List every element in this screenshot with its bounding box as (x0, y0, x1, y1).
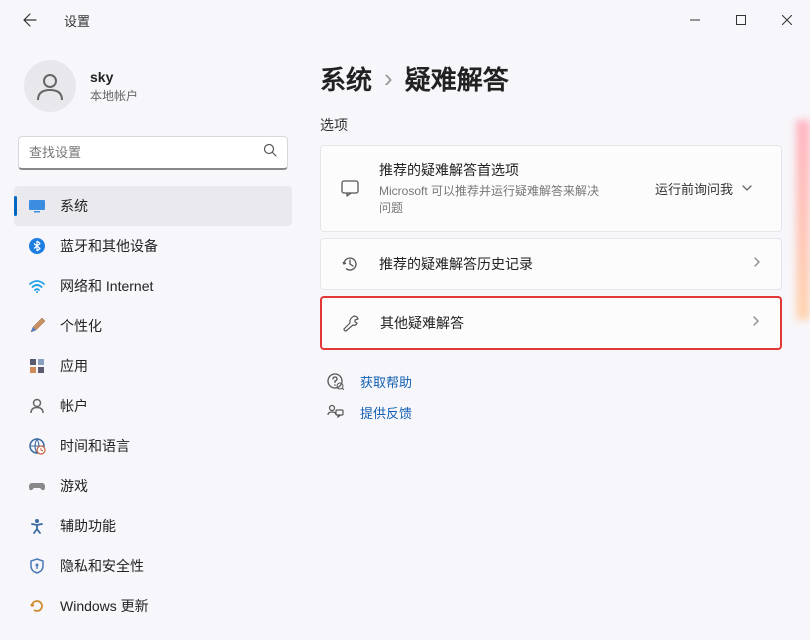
sidebar-item-privacy[interactable]: 隐私和安全性 (14, 546, 292, 586)
sidebar-item-label: 个性化 (60, 316, 102, 336)
sidebar-item-personalization[interactable]: 个性化 (14, 306, 292, 346)
chevron-right-icon (751, 255, 763, 273)
username: sky (90, 69, 138, 85)
card-title: 推荐的疑难解答首选项 (379, 160, 627, 180)
gamepad-icon (28, 477, 46, 495)
shield-icon (28, 557, 46, 575)
sidebar-item-label: 隐私和安全性 (60, 556, 144, 576)
sidebar-item-accounts[interactable]: 帐户 (14, 386, 292, 426)
titlebar: 设置 (0, 0, 810, 40)
window-controls (672, 4, 810, 36)
card-history-row[interactable]: 推荐的疑难解答历史记录 (321, 239, 781, 289)
update-icon (28, 597, 46, 615)
sidebar-item-accessibility[interactable]: 辅助功能 (14, 506, 292, 546)
chat-icon (339, 177, 361, 199)
help-link-text: 获取帮助 (360, 372, 412, 391)
content: 系统 › 疑难解答 选项 推荐的疑难解答首选项 Microsoft 可以推荐并运… (300, 40, 810, 640)
globe-clock-icon (28, 437, 46, 455)
card-subtitle: Microsoft 可以推荐并运行疑难解答来解决问题 (379, 183, 599, 217)
wrench-icon (340, 312, 362, 334)
account-icon (28, 397, 46, 415)
person-icon (32, 68, 68, 104)
help-icon (326, 372, 344, 390)
sidebar-item-time-language[interactable]: 时间和语言 (14, 426, 292, 466)
help-link-text: 提供反馈 (360, 403, 412, 422)
search-input[interactable] (29, 145, 263, 160)
sidebar-item-label: 游戏 (60, 476, 88, 496)
brush-icon (28, 317, 46, 335)
sidebar-item-apps[interactable]: 应用 (14, 346, 292, 386)
dropdown-run-before-ask[interactable]: 运行前询问我 (645, 173, 763, 204)
card-recommended-prefs: 推荐的疑难解答首选项 Microsoft 可以推荐并运行疑难解答来解决问题 运行… (320, 145, 782, 232)
get-help-link[interactable]: 获取帮助 (320, 366, 782, 397)
sidebar-item-label: 帐户 (60, 396, 88, 416)
minimize-button[interactable] (672, 4, 718, 36)
help-links: 获取帮助 提供反馈 (320, 366, 782, 428)
close-icon (782, 15, 792, 25)
sidebar-item-label: 蓝牙和其他设备 (60, 236, 158, 256)
apps-icon (28, 357, 46, 375)
chevron-down-icon (741, 182, 753, 194)
card-recommended-prefs-row[interactable]: 推荐的疑难解答首选项 Microsoft 可以推荐并运行疑难解答来解决问题 运行… (321, 146, 781, 231)
display-icon (28, 197, 46, 215)
history-icon (339, 253, 361, 275)
card-other-row[interactable]: 其他疑难解答 (322, 298, 780, 348)
card-other-troubleshoot: 其他疑难解答 (322, 298, 780, 348)
accessibility-icon (28, 517, 46, 535)
sidebar-item-label: 辅助功能 (60, 516, 116, 536)
minimize-icon (690, 15, 700, 25)
sidebar-item-system[interactable]: 系统 (14, 186, 292, 226)
section-label: 选项 (320, 115, 782, 135)
sidebar-item-bluetooth[interactable]: 蓝牙和其他设备 (14, 226, 292, 266)
bluetooth-icon (28, 237, 46, 255)
dropdown-label: 运行前询问我 (655, 179, 733, 198)
breadcrumb: 系统 › 疑难解答 (320, 60, 782, 97)
breadcrumb-separator: › (384, 63, 393, 94)
sidebar-item-gaming[interactable]: 游戏 (14, 466, 292, 506)
sidebar-item-label: 系统 (60, 196, 88, 216)
account-type: 本地帐户 (90, 87, 138, 104)
chevron-right-icon (750, 314, 762, 332)
sidebar-item-label: 网络和 Internet (60, 276, 153, 296)
card-title: 推荐的疑难解答历史记录 (379, 254, 733, 274)
maximize-icon (736, 15, 746, 25)
back-button[interactable] (20, 10, 40, 30)
nav-list: 系统 蓝牙和其他设备 网络和 Internet 个性化 应用 帐户 (14, 186, 292, 626)
maximize-button[interactable] (718, 4, 764, 36)
feedback-icon (326, 403, 344, 421)
sidebar-item-label: 时间和语言 (60, 436, 130, 456)
sidebar-item-label: 应用 (60, 356, 88, 376)
avatar (24, 60, 76, 112)
highlighted-card-other: 其他疑难解答 (320, 296, 782, 350)
sidebar-item-label: Windows 更新 (60, 596, 149, 616)
app-title: 设置 (64, 11, 90, 30)
sidebar-item-windows-update[interactable]: Windows 更新 (14, 586, 292, 626)
wifi-icon (28, 277, 46, 295)
user-block[interactable]: sky 本地帐户 (14, 50, 292, 130)
close-button[interactable] (764, 4, 810, 36)
search-icon (263, 143, 277, 162)
breadcrumb-current: 疑难解答 (405, 60, 509, 97)
arrow-left-icon (22, 12, 38, 28)
card-history: 推荐的疑难解答历史记录 (320, 238, 782, 290)
breadcrumb-parent[interactable]: 系统 (320, 60, 372, 97)
search-box[interactable] (18, 136, 288, 170)
sidebar: sky 本地帐户 系统 蓝牙和其他设备 网络和 Internet (0, 40, 300, 640)
feedback-link[interactable]: 提供反馈 (320, 397, 782, 428)
sidebar-item-network[interactable]: 网络和 Internet (14, 266, 292, 306)
card-title: 其他疑难解答 (380, 313, 732, 333)
